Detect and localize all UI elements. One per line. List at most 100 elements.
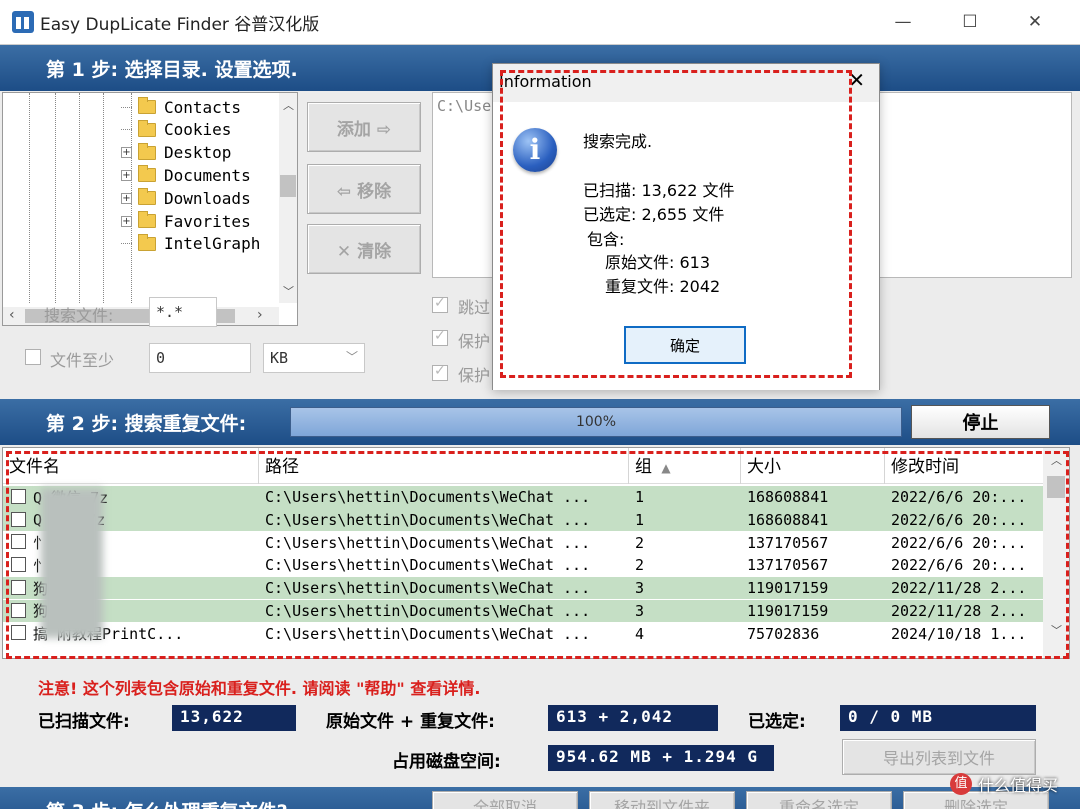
option-checkbox-2[interactable] (432, 328, 448, 346)
expand-icon[interactable]: + (121, 147, 132, 159)
title-bar: Easy DupLicate Finder 谷普汉化版 — ☐ ✕ (0, 0, 1080, 44)
dialog-selected: 已选定: 2,655 文件 (583, 205, 725, 224)
size-unit-select[interactable]: KB ﹀ (263, 343, 365, 373)
cell-path: C:\Users\hettin\Documents\WeChat ... (265, 579, 591, 598)
watermark-logo-icon: 值 (950, 773, 972, 795)
tree-item[interactable]: + Downloads (121, 187, 251, 209)
row-checkbox[interactable] (11, 511, 26, 527)
column-header-name[interactable]: 文件名 (3, 448, 259, 484)
cell-path: C:\Users\hettin\Documents\WeChat ... (265, 601, 591, 620)
tree-item[interactable]: + Documents (121, 164, 251, 186)
cell-modified: 2022/11/28 2... (891, 579, 1027, 598)
table-row[interactable]: Q (1).7zC:\Users\hettin\Documents\WeChat… (3, 508, 1043, 532)
row-checkbox[interactable] (11, 602, 26, 618)
option-checkbox-3[interactable] (432, 363, 448, 381)
export-list-button[interactable]: 导出列表到文件 (842, 739, 1036, 775)
scroll-down-icon[interactable]: ﹀ (1051, 622, 1062, 638)
cell-path: C:\Users\hettin\Documents\WeChat ... (265, 511, 591, 530)
add-button[interactable]: 添加 ⇨ (307, 102, 421, 152)
move-to-folder-button[interactable]: 移动到文件夹 (589, 791, 735, 809)
scanned-files-label: 已扫描文件: (38, 712, 130, 732)
ok-button[interactable]: 确定 (624, 326, 746, 364)
option-checkbox-1[interactable] (432, 295, 448, 313)
table-row[interactable]: 狗C:\Users\hettin\Documents\WeChat ...311… (3, 599, 1043, 623)
watermark-text: 什么值得买 (978, 776, 1059, 795)
row-checkbox[interactable] (11, 557, 26, 573)
close-button[interactable]: ✕ (1012, 8, 1058, 36)
expand-icon[interactable]: + (121, 192, 132, 204)
expand-icon[interactable]: + (121, 169, 132, 181)
expand-icon[interactable]: + (121, 215, 132, 227)
stop-button[interactable]: 停止 (911, 405, 1050, 439)
dialog-message: 搜索完成. (583, 132, 653, 151)
table-row[interactable]: Q 微信.7zC:\Users\hettin\Documents\WeChat … (3, 486, 1043, 509)
option-label-1: 跳过 (458, 298, 491, 317)
cell-group: 1 (635, 488, 645, 507)
directory-entry[interactable]: C:\Use (437, 97, 491, 115)
column-header-path[interactable]: 路径 (259, 448, 629, 484)
tree-item[interactable]: IntelGraph (121, 233, 260, 255)
window-title: Easy DupLicate Finder 谷普汉化版 (40, 15, 320, 35)
tree-item-label: Downloads (164, 188, 251, 208)
tree-vertical-scrollbar[interactable]: ︿ ﹀ (279, 93, 297, 303)
folder-icon (138, 97, 156, 114)
selected-value: 0 / 0 MB (840, 705, 1036, 731)
tree-item[interactable]: + Favorites (121, 210, 251, 232)
cell-modified: 2022/6/6 20:... (891, 511, 1027, 530)
scroll-down-icon[interactable]: ﹀ (283, 283, 294, 299)
tree-item[interactable]: + Desktop (121, 142, 231, 164)
chevron-down-icon: ﹀ (345, 350, 358, 364)
min-size-input[interactable]: 0 (149, 343, 251, 373)
cell-group: 4 (635, 624, 645, 643)
remove-button[interactable]: ⇦ 移除 (307, 164, 421, 214)
search-files-input[interactable]: *.* (149, 297, 217, 327)
tree-item[interactable]: Contacts (121, 96, 241, 118)
duplicate-file-table[interactable]: 文件名 路径 组 ▲ 大小 修改时间 Q 微信.7zC:\Users\hetti… (2, 447, 1070, 659)
cancel-all-button[interactable]: 全部取消 (432, 791, 578, 809)
sort-ascending-icon: ▲ (661, 461, 671, 475)
row-checkbox[interactable] (11, 625, 26, 641)
folder-icon (138, 142, 156, 160)
dialog-duplicates: 重复文件: 2042 (605, 277, 721, 296)
column-header-size[interactable]: 大小 (741, 448, 885, 484)
information-dialog: Information ✕ i 搜索完成. 已扫描: 13,622 文件 已选定… (492, 63, 880, 390)
table-row[interactable]: 忄 .7zC:\Users\hettin\Documents\WeChat ..… (3, 554, 1043, 577)
table-vertical-scrollbar[interactable]: ︿ ﹀ (1043, 448, 1069, 658)
min-size-checkbox[interactable] (25, 349, 41, 365)
selected-label: 已选定: (748, 712, 806, 732)
clear-button[interactable]: ✕ 清除 (307, 224, 421, 274)
search-progress-bar: 100% (290, 407, 902, 437)
scroll-left-icon[interactable]: ‹ (9, 307, 15, 323)
table-scroll-thumb[interactable] (1047, 476, 1065, 498)
row-checkbox[interactable] (11, 489, 26, 504)
column-header-group-label: 组 (635, 457, 652, 477)
tree-item-label: IntelGraph (164, 234, 261, 254)
table-row[interactable]: 忄C:\Users\hettin\Documents\WeChat ...213… (3, 531, 1043, 554)
folder-tree[interactable]: Contacts Cookies + Desktop + Documents + Downlo… (2, 92, 298, 326)
size-unit-value: KB (270, 349, 289, 367)
cell-size: 137170567 (747, 533, 829, 552)
rename-selected-button[interactable]: 重命名选定 (746, 791, 892, 809)
row-checkbox[interactable] (11, 534, 26, 550)
minimize-button[interactable]: — (880, 8, 926, 36)
scroll-up-icon[interactable]: ︿ (1051, 452, 1062, 468)
column-header-modified[interactable]: 修改时间 (885, 448, 1043, 484)
app-icon (12, 11, 34, 33)
scroll-up-icon[interactable]: ︿ (283, 97, 294, 113)
table-row[interactable]: 狗 pdfC:\Users\hettin\Documents\WeChat ..… (3, 576, 1043, 600)
folder-icon (138, 119, 156, 137)
dialog-close-icon[interactable]: ✕ (848, 68, 865, 92)
dialog-contains: 包含: (587, 230, 625, 249)
maximize-button[interactable]: ☐ (947, 8, 993, 36)
tree-scroll-thumb[interactable] (280, 175, 296, 197)
cell-modified: 2024/10/18 1... (891, 624, 1027, 643)
tree-item[interactable]: Cookies (121, 119, 231, 141)
scroll-right-icon[interactable]: › (257, 307, 263, 323)
row-checkbox[interactable] (11, 579, 26, 595)
column-header-group[interactable]: 组 ▲ (629, 448, 741, 484)
dialog-title: Information (499, 72, 592, 91)
cell-group: 3 (635, 579, 645, 598)
table-row[interactable]: 搞 附教程PrintC... C:\Users\hettin\Documents\… (3, 622, 1043, 645)
search-files-label: 搜索文件: (44, 306, 114, 325)
tree-item-label: Documents (164, 165, 251, 185)
